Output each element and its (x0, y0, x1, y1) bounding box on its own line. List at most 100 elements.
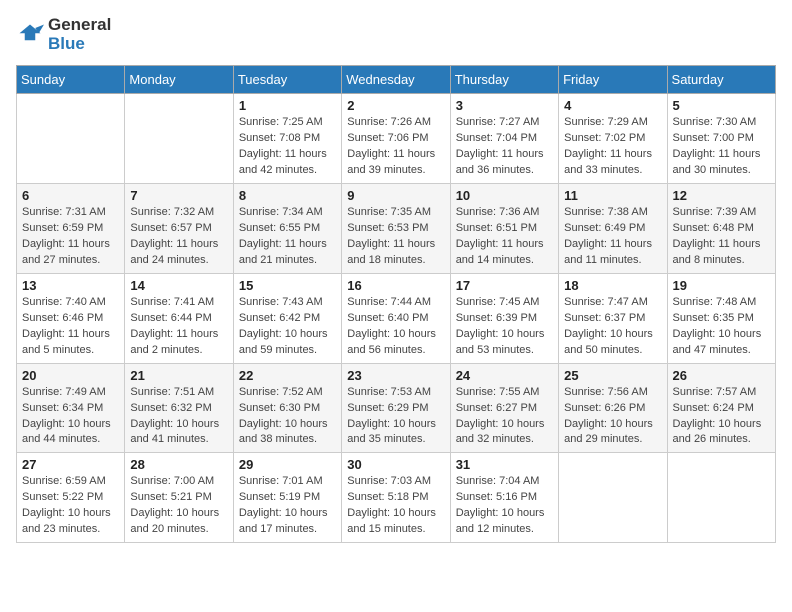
calendar-week-row: 27 Sunrise: 6:59 AM Sunset: 5:22 PM Dayli… (17, 453, 776, 543)
calendar-cell: 10 Sunrise: 7:36 AM Sunset: 6:51 PM Dayli… (450, 184, 558, 274)
day-number: 4 (564, 98, 661, 113)
calendar-cell (667, 453, 775, 543)
calendar-cell: 17 Sunrise: 7:45 AM Sunset: 6:39 PM Dayli… (450, 273, 558, 363)
page-header: General Blue (16, 16, 776, 53)
day-info: Sunrise: 7:49 AM Sunset: 6:34 PM Dayligh… (22, 385, 119, 449)
day-number: 13 (22, 278, 119, 293)
calendar-cell: 25Sunrise: 7:56 AM Sunset: 6:26 PM Dayli… (559, 363, 667, 453)
day-info: Sunrise: 7:00 AM Sunset: 5:21 PM Dayligh… (130, 474, 227, 538)
calendar-cell: 30Sunrise: 7:03 AM Sunset: 5:18 PM Dayli… (342, 453, 450, 543)
day-of-week-header: Monday (125, 66, 233, 94)
day-info: Sunrise: 7:26 AM Sunset: 7:06 PM Dayligh… (347, 115, 444, 179)
calendar-cell: 16 Sunrise: 7:44 AM Sunset: 6:40 PM Dayli… (342, 273, 450, 363)
day-info: Sunrise: 7:35 AM Sunset: 6:53 PM Dayligh… (347, 205, 444, 269)
day-of-week-header: Wednesday (342, 66, 450, 94)
day-info: Sunrise: 7:45 AM Sunset: 6:39 PM Dayligh… (456, 295, 553, 359)
day-of-week-header: Saturday (667, 66, 775, 94)
day-number: 26 (673, 368, 770, 383)
day-info: Sunrise: 7:25 AM Sunset: 7:08 PM Dayligh… (239, 115, 336, 179)
day-number: 25 (564, 368, 661, 383)
logo-text-general: General (48, 16, 111, 35)
calendar-cell: 29 Sunrise: 7:01 AM Sunset: 5:19 PM Dayli… (233, 453, 341, 543)
day-info: Sunrise: 6:59 AM Sunset: 5:22 PM Dayligh… (22, 474, 119, 538)
day-info: Sunrise: 7:57 AM Sunset: 6:24 PM Dayligh… (673, 385, 770, 449)
day-of-week-header: Tuesday (233, 66, 341, 94)
day-number: 9 (347, 188, 444, 203)
calendar-week-row: 6Sunrise: 7:31 AM Sunset: 6:59 PM Daylig… (17, 184, 776, 274)
calendar-cell: 15 Sunrise: 7:43 AM Sunset: 6:42 PM Dayli… (233, 273, 341, 363)
day-info: Sunrise: 7:55 AM Sunset: 6:27 PM Dayligh… (456, 385, 553, 449)
calendar-cell: 1Sunrise: 7:25 AM Sunset: 7:08 PM Daylig… (233, 94, 341, 184)
day-number: 7 (130, 188, 227, 203)
calendar-cell: 23 Sunrise: 7:53 AM Sunset: 6:29 PM Dayli… (342, 363, 450, 453)
day-number: 12 (673, 188, 770, 203)
day-info: Sunrise: 7:41 AM Sunset: 6:44 PM Dayligh… (130, 295, 227, 359)
day-info: Sunrise: 7:51 AM Sunset: 6:32 PM Dayligh… (130, 385, 227, 449)
calendar-cell: 11 Sunrise: 7:38 AM Sunset: 6:49 PM Dayli… (559, 184, 667, 274)
calendar-table: SundayMondayTuesdayWednesdayThursdayFrid… (16, 65, 776, 543)
logo-icon (16, 21, 44, 49)
day-number: 30 (347, 457, 444, 472)
day-number: 19 (673, 278, 770, 293)
calendar-cell: 7 Sunrise: 7:32 AM Sunset: 6:57 PM Daylig… (125, 184, 233, 274)
calendar-cell: 6Sunrise: 7:31 AM Sunset: 6:59 PM Daylig… (17, 184, 125, 274)
day-info: Sunrise: 7:01 AM Sunset: 5:19 PM Dayligh… (239, 474, 336, 538)
calendar-cell: 9 Sunrise: 7:35 AM Sunset: 6:53 PM Daylig… (342, 184, 450, 274)
day-info: Sunrise: 7:48 AM Sunset: 6:35 PM Dayligh… (673, 295, 770, 359)
day-info: Sunrise: 7:36 AM Sunset: 6:51 PM Dayligh… (456, 205, 553, 269)
day-number: 6 (22, 188, 119, 203)
calendar-cell: 19 Sunrise: 7:48 AM Sunset: 6:35 PM Dayli… (667, 273, 775, 363)
day-number: 27 (22, 457, 119, 472)
calendar-cell: 8Sunrise: 7:34 AM Sunset: 6:55 PM Daylig… (233, 184, 341, 274)
day-of-week-header: Friday (559, 66, 667, 94)
day-info: Sunrise: 7:27 AM Sunset: 7:04 PM Dayligh… (456, 115, 553, 179)
day-number: 11 (564, 188, 661, 203)
day-number: 20 (22, 368, 119, 383)
day-info: Sunrise: 7:32 AM Sunset: 6:57 PM Dayligh… (130, 205, 227, 269)
day-info: Sunrise: 7:43 AM Sunset: 6:42 PM Dayligh… (239, 295, 336, 359)
calendar-cell: 18 Sunrise: 7:47 AM Sunset: 6:37 PM Dayli… (559, 273, 667, 363)
day-info: Sunrise: 7:53 AM Sunset: 6:29 PM Dayligh… (347, 385, 444, 449)
day-number: 22 (239, 368, 336, 383)
logo-text-blue: Blue (48, 35, 111, 54)
day-of-week-header: Thursday (450, 66, 558, 94)
calendar-cell: 20 Sunrise: 7:49 AM Sunset: 6:34 PM Dayli… (17, 363, 125, 453)
day-number: 5 (673, 98, 770, 113)
calendar-header-row: SundayMondayTuesdayWednesdayThursdayFrid… (17, 66, 776, 94)
day-number: 10 (456, 188, 553, 203)
day-number: 14 (130, 278, 227, 293)
day-number: 16 (347, 278, 444, 293)
calendar-cell: 14 Sunrise: 7:41 AM Sunset: 6:44 PM Dayli… (125, 273, 233, 363)
day-info: Sunrise: 7:44 AM Sunset: 6:40 PM Dayligh… (347, 295, 444, 359)
day-info: Sunrise: 7:39 AM Sunset: 6:48 PM Dayligh… (673, 205, 770, 269)
calendar-cell: 5Sunrise: 7:30 AM Sunset: 7:00 PM Daylig… (667, 94, 775, 184)
day-info: Sunrise: 7:38 AM Sunset: 6:49 PM Dayligh… (564, 205, 661, 269)
day-number: 8 (239, 188, 336, 203)
day-number: 31 (456, 457, 553, 472)
calendar-cell: 12 Sunrise: 7:39 AM Sunset: 6:48 PM Dayli… (667, 184, 775, 274)
day-number: 15 (239, 278, 336, 293)
day-number: 2 (347, 98, 444, 113)
day-number: 3 (456, 98, 553, 113)
day-number: 18 (564, 278, 661, 293)
day-of-week-header: Sunday (17, 66, 125, 94)
calendar-week-row: 20 Sunrise: 7:49 AM Sunset: 6:34 PM Dayli… (17, 363, 776, 453)
calendar-cell (559, 453, 667, 543)
calendar-week-row: 13 Sunrise: 7:40 AM Sunset: 6:46 PM Dayli… (17, 273, 776, 363)
calendar-cell: 31 Sunrise: 7:04 AM Sunset: 5:16 PM Dayli… (450, 453, 558, 543)
day-number: 21 (130, 368, 227, 383)
day-info: Sunrise: 7:52 AM Sunset: 6:30 PM Dayligh… (239, 385, 336, 449)
calendar-cell: 21 Sunrise: 7:51 AM Sunset: 6:32 PM Dayli… (125, 363, 233, 453)
day-info: Sunrise: 7:04 AM Sunset: 5:16 PM Dayligh… (456, 474, 553, 538)
day-number: 28 (130, 457, 227, 472)
day-number: 29 (239, 457, 336, 472)
day-number: 23 (347, 368, 444, 383)
day-info: Sunrise: 7:47 AM Sunset: 6:37 PM Dayligh… (564, 295, 661, 359)
day-number: 17 (456, 278, 553, 293)
calendar-cell: 26 Sunrise: 7:57 AM Sunset: 6:24 PM Dayli… (667, 363, 775, 453)
day-info: Sunrise: 7:40 AM Sunset: 6:46 PM Dayligh… (22, 295, 119, 359)
day-number: 24 (456, 368, 553, 383)
calendar-cell: 22 Sunrise: 7:52 AM Sunset: 6:30 PM Dayli… (233, 363, 341, 453)
calendar-cell (17, 94, 125, 184)
calendar-week-row: 1Sunrise: 7:25 AM Sunset: 7:08 PM Daylig… (17, 94, 776, 184)
